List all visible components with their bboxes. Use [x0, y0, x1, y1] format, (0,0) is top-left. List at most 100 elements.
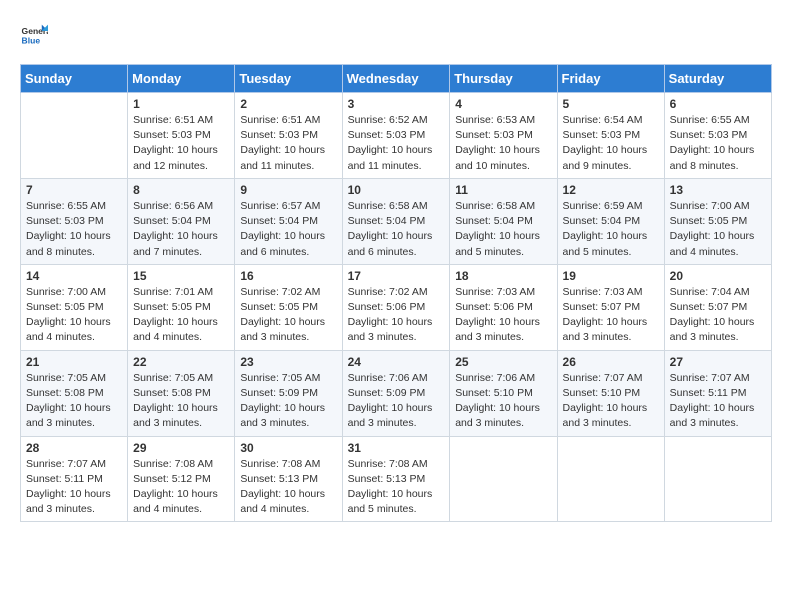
day-number: 12 — [563, 183, 659, 197]
cell-info: Sunrise: 7:01 AM Sunset: 5:05 PM Dayligh… — [133, 285, 229, 346]
cell-info: Sunrise: 6:53 AM Sunset: 5:03 PM Dayligh… — [455, 113, 551, 174]
calendar-cell: 16 Sunrise: 7:02 AM Sunset: 5:05 PM Dayli… — [235, 264, 342, 350]
day-number: 18 — [455, 269, 551, 283]
calendar-cell: 18 Sunrise: 7:03 AM Sunset: 5:06 PM Dayli… — [450, 264, 557, 350]
calendar-week-row: 28Sunrise: 7:07 AM Sunset: 5:11 PM Dayli… — [21, 436, 772, 522]
day-number: 9 — [240, 183, 336, 197]
cell-info: Sunrise: 7:07 AM Sunset: 5:11 PM Dayligh… — [670, 371, 766, 432]
cell-info: Sunrise: 6:51 AM Sunset: 5:03 PM Dayligh… — [240, 113, 336, 174]
calendar-cell: 22 Sunrise: 7:05 AM Sunset: 5:08 PM Dayli… — [128, 350, 235, 436]
logo: General Blue — [20, 20, 48, 48]
day-number: 6 — [670, 97, 766, 111]
svg-text:Blue: Blue — [22, 35, 41, 45]
day-header-saturday: Saturday — [664, 65, 771, 93]
calendar-cell: 27 Sunrise: 7:07 AM Sunset: 5:11 PM Dayli… — [664, 350, 771, 436]
calendar-cell: 8 Sunrise: 6:56 AM Sunset: 5:04 PM Daylig… — [128, 178, 235, 264]
day-number: 8 — [133, 183, 229, 197]
day-number: 10 — [348, 183, 445, 197]
cell-info: Sunrise: 7:08 AM Sunset: 5:13 PM Dayligh… — [240, 457, 336, 518]
cell-info: Sunrise: 7:05 AM Sunset: 5:08 PM Dayligh… — [26, 371, 122, 432]
day-number: 7 — [26, 183, 122, 197]
day-number: 29 — [133, 441, 229, 455]
cell-info: Sunrise: 7:04 AM Sunset: 5:07 PM Dayligh… — [670, 285, 766, 346]
page-header: General Blue — [20, 20, 772, 48]
cell-info: Sunrise: 7:07 AM Sunset: 5:11 PM Dayligh… — [26, 457, 122, 518]
calendar-cell: 1Sunrise: 6:51 AM Sunset: 5:03 PM Daylig… — [128, 93, 235, 179]
calendar-cell: 2 Sunrise: 6:51 AM Sunset: 5:03 PM Daylig… — [235, 93, 342, 179]
cell-info: Sunrise: 6:55 AM Sunset: 5:03 PM Dayligh… — [670, 113, 766, 174]
calendar-cell: 5Sunrise: 6:54 AM Sunset: 5:03 PM Daylig… — [557, 93, 664, 179]
calendar-cell: 9Sunrise: 6:57 AM Sunset: 5:04 PM Daylig… — [235, 178, 342, 264]
calendar-cell — [450, 436, 557, 522]
cell-info: Sunrise: 7:03 AM Sunset: 5:06 PM Dayligh… — [455, 285, 551, 346]
calendar-cell: 23 Sunrise: 7:05 AM Sunset: 5:09 PM Dayli… — [235, 350, 342, 436]
day-header-tuesday: Tuesday — [235, 65, 342, 93]
calendar-cell: 10 Sunrise: 6:58 AM Sunset: 5:04 PM Dayli… — [342, 178, 450, 264]
day-number: 11 — [455, 183, 551, 197]
cell-info: Sunrise: 7:08 AM Sunset: 5:12 PM Dayligh… — [133, 457, 229, 518]
cell-info: Sunrise: 7:05 AM Sunset: 5:09 PM Dayligh… — [240, 371, 336, 432]
cell-info: Sunrise: 7:07 AM Sunset: 5:10 PM Dayligh… — [563, 371, 659, 432]
day-number: 4 — [455, 97, 551, 111]
calendar-cell: 17Sunrise: 7:02 AM Sunset: 5:06 PM Dayli… — [342, 264, 450, 350]
calendar-cell: 6 Sunrise: 6:55 AM Sunset: 5:03 PM Daylig… — [664, 93, 771, 179]
day-number: 31 — [348, 441, 445, 455]
cell-info: Sunrise: 7:06 AM Sunset: 5:09 PM Dayligh… — [348, 371, 445, 432]
day-number: 22 — [133, 355, 229, 369]
calendar-cell: 26 Sunrise: 7:07 AM Sunset: 5:10 PM Dayli… — [557, 350, 664, 436]
day-header-thursday: Thursday — [450, 65, 557, 93]
calendar-cell: 29 Sunrise: 7:08 AM Sunset: 5:12 PM Dayli… — [128, 436, 235, 522]
logo-icon: General Blue — [20, 20, 48, 48]
calendar-week-row: 7Sunrise: 6:55 AM Sunset: 5:03 PM Daylig… — [21, 178, 772, 264]
calendar-cell: 21Sunrise: 7:05 AM Sunset: 5:08 PM Dayli… — [21, 350, 128, 436]
calendar-cell: 12 Sunrise: 6:59 AM Sunset: 5:04 PM Dayli… — [557, 178, 664, 264]
calendar-cell: 15 Sunrise: 7:01 AM Sunset: 5:05 PM Dayli… — [128, 264, 235, 350]
cell-info: Sunrise: 6:59 AM Sunset: 5:04 PM Dayligh… — [563, 199, 659, 260]
day-number: 19 — [563, 269, 659, 283]
cell-info: Sunrise: 6:54 AM Sunset: 5:03 PM Dayligh… — [563, 113, 659, 174]
cell-info: Sunrise: 6:58 AM Sunset: 5:04 PM Dayligh… — [455, 199, 551, 260]
day-number: 15 — [133, 269, 229, 283]
calendar-cell — [557, 436, 664, 522]
cell-info: Sunrise: 7:06 AM Sunset: 5:10 PM Dayligh… — [455, 371, 551, 432]
cell-info: Sunrise: 6:52 AM Sunset: 5:03 PM Dayligh… — [348, 113, 445, 174]
cell-info: Sunrise: 7:05 AM Sunset: 5:08 PM Dayligh… — [133, 371, 229, 432]
day-number: 26 — [563, 355, 659, 369]
calendar-cell: 7Sunrise: 6:55 AM Sunset: 5:03 PM Daylig… — [21, 178, 128, 264]
cell-info: Sunrise: 6:56 AM Sunset: 5:04 PM Dayligh… — [133, 199, 229, 260]
day-number: 27 — [670, 355, 766, 369]
calendar-cell: 14Sunrise: 7:00 AM Sunset: 5:05 PM Dayli… — [21, 264, 128, 350]
day-number: 17 — [348, 269, 445, 283]
day-number: 3 — [348, 97, 445, 111]
day-number: 20 — [670, 269, 766, 283]
calendar-cell — [664, 436, 771, 522]
day-header-wednesday: Wednesday — [342, 65, 450, 93]
day-number: 16 — [240, 269, 336, 283]
day-number: 13 — [670, 183, 766, 197]
cell-info: Sunrise: 7:03 AM Sunset: 5:07 PM Dayligh… — [563, 285, 659, 346]
day-number: 23 — [240, 355, 336, 369]
calendar-cell: 19 Sunrise: 7:03 AM Sunset: 5:07 PM Dayli… — [557, 264, 664, 350]
cell-info: Sunrise: 7:00 AM Sunset: 5:05 PM Dayligh… — [670, 199, 766, 260]
calendar-week-row: 1Sunrise: 6:51 AM Sunset: 5:03 PM Daylig… — [21, 93, 772, 179]
calendar-cell — [21, 93, 128, 179]
calendar-cell: 13 Sunrise: 7:00 AM Sunset: 5:05 PM Dayli… — [664, 178, 771, 264]
cell-info: Sunrise: 7:02 AM Sunset: 5:05 PM Dayligh… — [240, 285, 336, 346]
calendar-header-row: SundayMondayTuesdayWednesdayThursdayFrid… — [21, 65, 772, 93]
day-header-friday: Friday — [557, 65, 664, 93]
cell-info: Sunrise: 6:58 AM Sunset: 5:04 PM Dayligh… — [348, 199, 445, 260]
calendar-cell: 4 Sunrise: 6:53 AM Sunset: 5:03 PM Daylig… — [450, 93, 557, 179]
cell-info: Sunrise: 6:51 AM Sunset: 5:03 PM Dayligh… — [133, 113, 229, 174]
day-number: 24 — [348, 355, 445, 369]
calendar-cell: 31 Sunrise: 7:08 AM Sunset: 5:13 PM Dayli… — [342, 436, 450, 522]
calendar-cell: 11 Sunrise: 6:58 AM Sunset: 5:04 PM Dayli… — [450, 178, 557, 264]
calendar-week-row: 14Sunrise: 7:00 AM Sunset: 5:05 PM Dayli… — [21, 264, 772, 350]
cell-info: Sunrise: 7:08 AM Sunset: 5:13 PM Dayligh… — [348, 457, 445, 518]
day-number: 25 — [455, 355, 551, 369]
calendar-cell: 3 Sunrise: 6:52 AM Sunset: 5:03 PM Daylig… — [342, 93, 450, 179]
calendar-cell: 30Sunrise: 7:08 AM Sunset: 5:13 PM Dayli… — [235, 436, 342, 522]
day-number: 2 — [240, 97, 336, 111]
calendar-cell: 24 Sunrise: 7:06 AM Sunset: 5:09 PM Dayli… — [342, 350, 450, 436]
calendar-week-row: 21Sunrise: 7:05 AM Sunset: 5:08 PM Dayli… — [21, 350, 772, 436]
calendar-table: SundayMondayTuesdayWednesdayThursdayFrid… — [20, 64, 772, 522]
